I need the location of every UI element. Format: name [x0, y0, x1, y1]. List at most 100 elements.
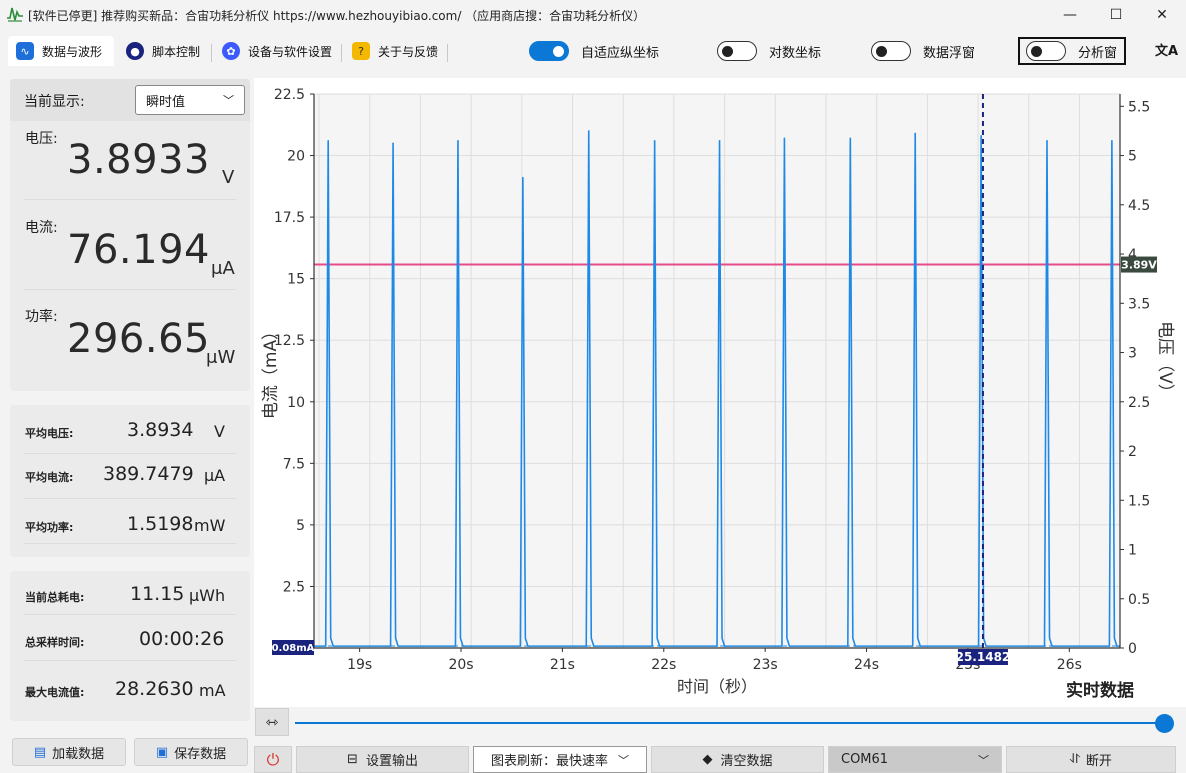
translate-icon[interactable]: 文A: [1155, 40, 1178, 59]
tab-data-waveform[interactable]: ∿ 数据与波形: [8, 36, 114, 66]
toggle-log-axis[interactable]: 对数坐标: [717, 40, 821, 62]
current-spike-point: [1046, 139, 1048, 142]
disconnect-button[interactable]: ⥯ 断开: [1006, 746, 1176, 773]
maximize-button[interactable]: ☐: [1093, 0, 1139, 30]
toggle-auto-y-axis[interactable]: 自适应纵坐标: [529, 40, 659, 62]
tab-script-control[interactable]: ● 脚本控制: [118, 36, 210, 66]
wave-icon: ∿: [16, 42, 34, 60]
current-spike-point: [522, 176, 524, 179]
title-bar: [软件已停更] 推荐购买新品：合宙功耗分析仪 https://www.hezho…: [0, 0, 1186, 30]
y2-tick-label: 4.5: [1128, 198, 1150, 214]
display-mode-value: 瞬时值: [146, 94, 186, 110]
chevron-down-icon: ﹀: [618, 753, 629, 767]
current-spike-point: [849, 137, 852, 140]
toggle-analysis-window[interactable]: 分析窗: [1018, 37, 1126, 65]
total-energy-label: 当前总耗电:: [25, 591, 85, 604]
x-tick-label: 24s: [854, 657, 879, 673]
toggle-label: 对数坐标: [769, 45, 822, 61]
current-spike-point: [1111, 139, 1113, 142]
tab-about-feedback[interactable]: ? 关于与反馈: [344, 36, 446, 66]
toggle-switch[interactable]: [871, 41, 911, 61]
y-tick-label: 20: [287, 149, 305, 165]
avg-current-unit: μA: [204, 466, 226, 485]
divider: [24, 660, 236, 661]
y-axis-label: 电流（mA）: [261, 323, 281, 419]
save-data-label: 保存数据: [174, 746, 227, 762]
toggle-switch[interactable]: [717, 41, 757, 61]
save-data-button[interactable]: ▣ 保存数据: [134, 738, 248, 766]
chevron-down-icon: ﹀: [978, 753, 989, 767]
time-slider-track[interactable]: [295, 722, 1165, 724]
x-tick-label: 23s: [753, 657, 778, 673]
avg-voltage-label: 平均电压:: [25, 427, 74, 440]
x-tick-label: 26s: [1057, 657, 1082, 673]
help-icon: ?: [352, 42, 370, 60]
y-tick-label: 17.5: [274, 210, 305, 226]
avg-power-unit: mW: [194, 516, 226, 535]
refresh-rate-value: 图表刷新：最快速率: [490, 754, 608, 769]
total-duration-value: 00:00:26: [139, 628, 225, 650]
y2-tick-label: 3: [1128, 346, 1137, 362]
minimize-button[interactable]: —: [1047, 0, 1093, 30]
com-port-value: COM61: [841, 752, 889, 767]
com-port-select[interactable]: COM61 ﹀: [828, 746, 1002, 773]
chart-panel: 2.5 5 7.5 10 12.5 15 17.5 20 22.5 0 0.5 1 1.5 2 2.5 3 3.…: [254, 78, 1186, 708]
current-label: 电流:: [25, 220, 58, 236]
max-current-value: 28.2630: [115, 678, 194, 700]
close-window-button[interactable]: ✕: [1139, 0, 1185, 30]
cursor-tag-text: 25.1482: [956, 650, 1011, 664]
realtime-status-label: 实时数据: [1066, 680, 1134, 701]
load-data-button[interactable]: ▤ 加载数据: [12, 738, 126, 766]
x-tick-label: 20s: [448, 657, 473, 673]
toggle-data-float[interactable]: 数据浮窗: [871, 40, 975, 62]
tab-divider: [341, 44, 342, 62]
x-axis-label: 时间（秒）: [677, 677, 757, 696]
toggle-switch[interactable]: [1026, 41, 1066, 61]
time-slider-thumb[interactable]: [1155, 714, 1174, 733]
current-spike-point: [392, 142, 394, 145]
y2-tick-label: 1.5: [1128, 493, 1150, 509]
y2-tick-label: 5: [1128, 149, 1137, 165]
current-spike-point: [980, 135, 982, 137]
current-spike-point: [653, 139, 656, 142]
toggle-label: 分析窗: [1078, 45, 1118, 61]
y2-tick-label: 0: [1128, 641, 1137, 657]
x-tick-label: 19s: [347, 657, 372, 673]
divider: [24, 289, 236, 290]
y2-tick-label: 5.5: [1128, 99, 1150, 115]
refresh-rate-select[interactable]: 图表刷新：最快速率 ﹀: [473, 746, 647, 773]
y2-tick-label: 2: [1128, 444, 1137, 460]
tab-label: 数据与波形: [42, 44, 103, 59]
waveform-chart[interactable]: 2.557.51012.51517.52022.500.511.522.533.…: [254, 78, 1186, 708]
tab-label: 关于与反馈: [378, 44, 439, 59]
current-value: 76.194: [67, 227, 210, 273]
power-value: 296.65: [67, 316, 210, 362]
zoom-row: [254, 707, 1186, 741]
divider: [24, 199, 236, 200]
tab-label: 设备与软件设置: [248, 44, 333, 59]
power-icon[interactable]: ⏻: [254, 746, 292, 773]
output-settings-button[interactable]: ⊟ 设置输出: [296, 746, 469, 773]
divider: [24, 498, 236, 499]
display-mode-select[interactable]: 瞬时值 ﹀: [135, 85, 245, 115]
max-current-unit: mA: [199, 681, 226, 700]
voltage-value: 3.8933: [67, 137, 210, 183]
y2-tick-label: 2.5: [1128, 395, 1150, 411]
clear-data-button[interactable]: ◆ 清空数据: [651, 746, 824, 773]
y-tick-label: 10: [287, 395, 305, 411]
y2-tick-label: 0.5: [1128, 592, 1150, 608]
disconnect-icon: ⥯: [1070, 752, 1080, 767]
y-tick-label: 22.5: [274, 87, 305, 103]
fit-width-icon[interactable]: ⇿: [255, 708, 289, 736]
y2-tick-label: 3.5: [1128, 296, 1150, 312]
power-label: 功率:: [25, 309, 58, 325]
current-spike-point: [914, 132, 917, 135]
toggle-switch[interactable]: [529, 41, 569, 61]
y-tick-label: 7.5: [283, 456, 305, 472]
tab-device-settings[interactable]: ✿ 设备与软件设置: [214, 36, 340, 66]
power-unit: μW: [206, 347, 236, 368]
y2-axis-label: 电压（V）: [1155, 321, 1175, 401]
current-spike-point: [327, 139, 329, 142]
voltage-tag-text: 3.89V: [1121, 259, 1157, 272]
voltage-unit: V: [222, 167, 235, 188]
